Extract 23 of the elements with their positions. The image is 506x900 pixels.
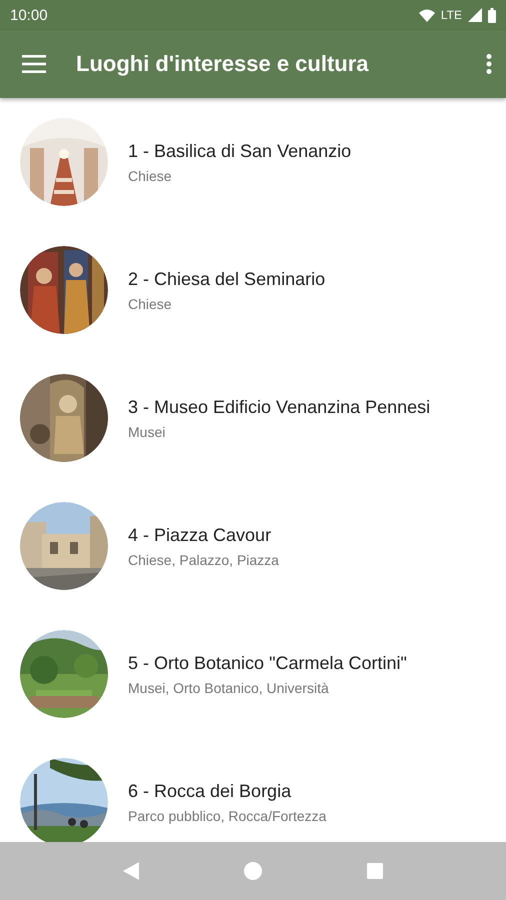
place-title[interactable]: 6 - Rocca dei Borgia bbox=[128, 780, 326, 802]
app-title: Luoghi d'interesse e cultura bbox=[76, 51, 370, 77]
place-title[interactable]: 1 - Basilica di San Venanzio bbox=[128, 140, 352, 162]
menu-icon[interactable] bbox=[22, 55, 46, 73]
back-icon[interactable] bbox=[122, 862, 139, 880]
place-category: Chiese bbox=[128, 296, 173, 312]
place-title[interactable]: 2 - Chiesa del Seminario bbox=[128, 268, 326, 290]
home-icon[interactable] bbox=[244, 862, 262, 880]
place-category: Musei bbox=[128, 424, 166, 440]
place-title[interactable]: 5 - Orto Botanico "Carmela Cortini" bbox=[128, 652, 407, 674]
place-category: Musei, Orto Botanico, Università bbox=[128, 680, 330, 696]
wifi-icon bbox=[418, 8, 435, 22]
status-time: 10:00 bbox=[10, 6, 49, 24]
place-category: Parco pubblico, Rocca/Fortezza bbox=[128, 808, 326, 824]
place-title[interactable]: 4 - Piazza Cavour bbox=[128, 524, 279, 546]
more-options-icon[interactable] bbox=[486, 54, 492, 74]
recents-icon[interactable] bbox=[367, 863, 384, 879]
place-category: Chiese, Palazzo, Piazza bbox=[128, 552, 279, 568]
place-title[interactable]: 3 - Museo Edificio Venanzina Pennesi bbox=[128, 396, 430, 418]
signal-icon bbox=[468, 8, 482, 22]
battery-icon bbox=[488, 8, 496, 22]
network-label: LTE bbox=[440, 8, 462, 22]
place-category: Chiese bbox=[128, 168, 173, 184]
